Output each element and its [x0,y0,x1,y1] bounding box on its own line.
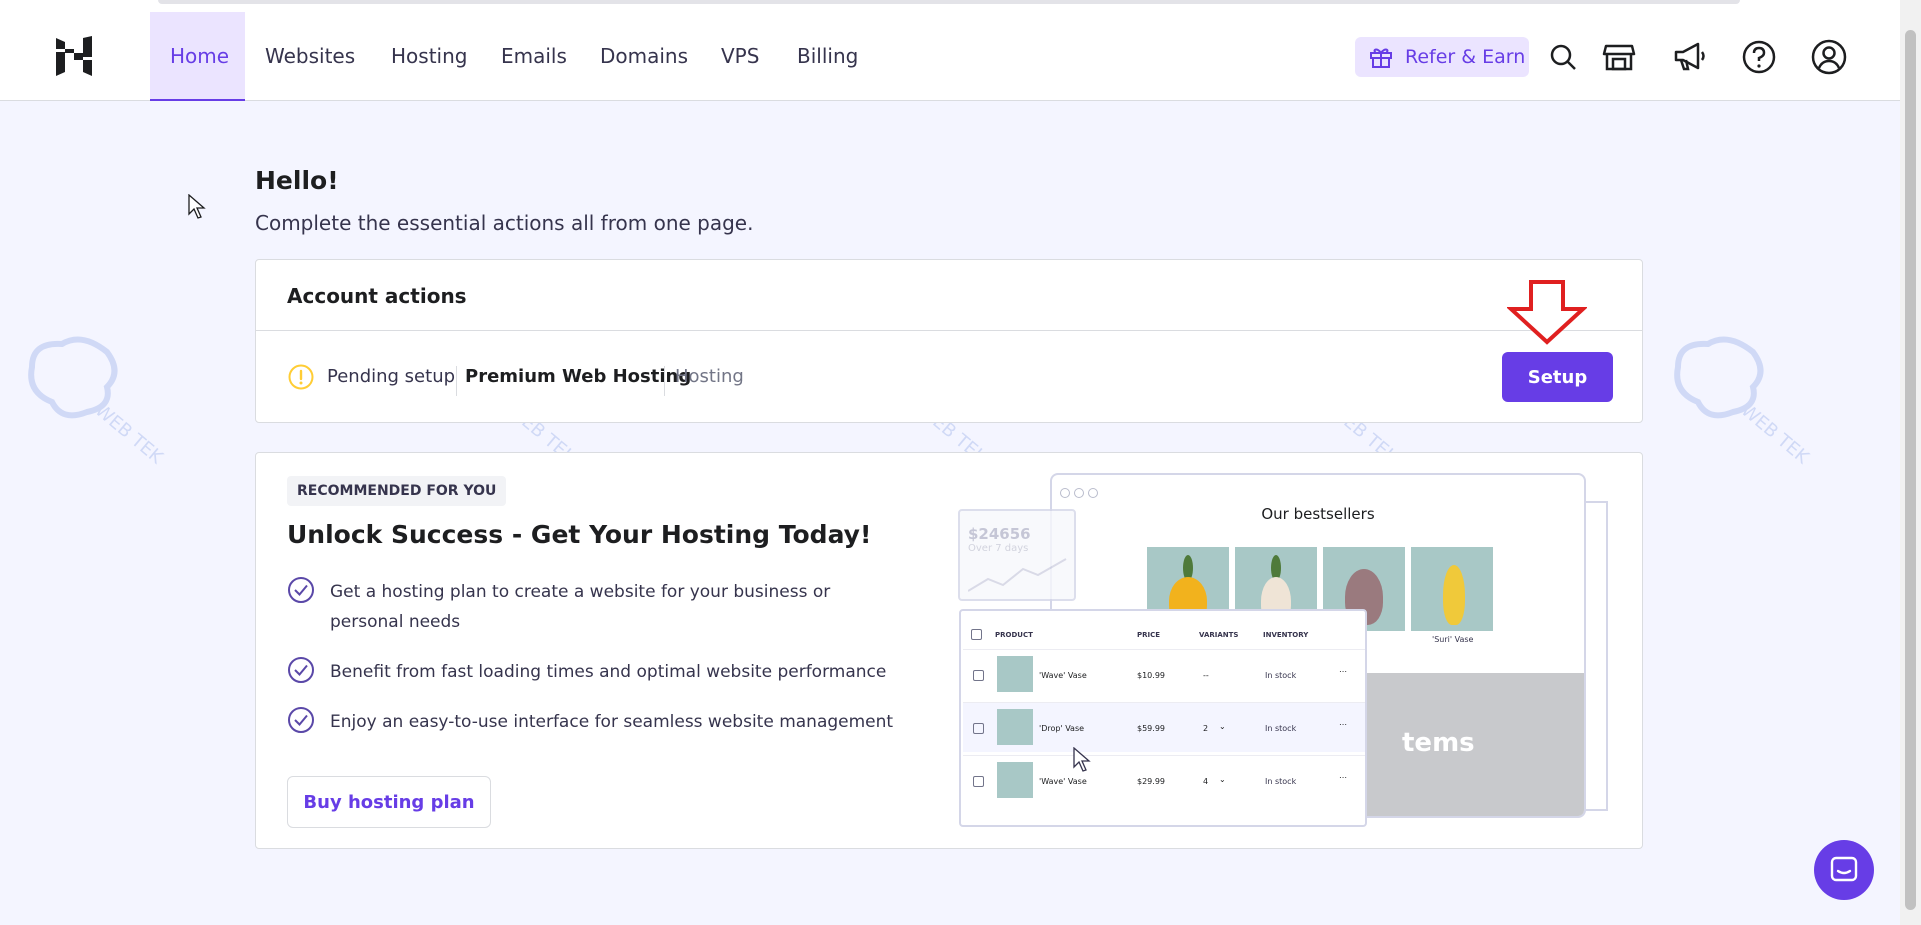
mouse-cursor-icon [188,194,206,219]
watermark-text: WEB TEK [1737,400,1814,469]
sales-value: $24656 [968,525,1031,543]
account-actions-title: Account actions [287,284,467,308]
store-icon[interactable] [1598,36,1640,78]
page-subtitle: Complete the essential actions all from … [255,211,754,235]
megaphone-icon[interactable] [1668,36,1710,78]
watermark-logo: WEB TEK [1674,336,1814,469]
product-image [1411,547,1493,631]
product-variants: -- [1203,671,1209,680]
buy-hosting-plan-button[interactable]: Buy hosting plan [287,776,491,828]
more-icon: ⋯ [1339,773,1347,782]
top-navbar: Home Websites Hosting Emails Domains VPS… [0,12,1900,101]
arrow-down-icon [1507,280,1587,345]
bullet-text: Benefit from fast loading times and opti… [330,662,887,682]
window-controls [1060,483,1102,502]
check-circle-icon [288,577,314,603]
account-icon[interactable] [1808,36,1850,78]
list-item: Get a hosting plan to create a website f… [287,576,887,636]
product-thumbnail [997,656,1033,692]
checkbox [973,670,984,681]
product-inventory: In stock [1265,671,1297,680]
plan-type: Hosting [664,366,744,396]
items-text: tems [1402,728,1475,758]
product-variants: 2 [1203,724,1209,733]
divider [256,330,1642,331]
status-text: Pending setup [327,366,456,387]
pointer-cursor-icon [1073,747,1091,772]
bullet-text: Enjoy an easy-to-use interface for seaml… [330,712,894,732]
nav-domains[interactable]: Domains [580,12,708,101]
product-inventory: In stock [1265,777,1297,786]
top-scroll-strip [0,0,1921,12]
refer-earn-label: Refer & Earn [1405,46,1526,68]
product-price: $10.99 [1137,671,1165,680]
table-header: PRICE [1137,631,1161,639]
warning-icon [288,364,314,390]
product-label: 'Suri' Vase [1432,635,1474,644]
table-header: PRODUCT [995,631,1033,639]
more-icon: ⋯ [1339,720,1347,729]
plan-name: Premium Web Hosting [456,366,691,396]
product-name: 'Wave' Vase [1039,671,1087,680]
horizontal-scrollbar[interactable] [158,0,1740,4]
chevron-down-icon: ⌄ [1219,722,1226,731]
sales-period: Over 7 days [968,543,1029,554]
help-icon[interactable] [1738,36,1780,78]
checkbox [971,629,982,640]
vertical-scrollbar-thumb[interactable] [1905,30,1916,910]
watermark-text: WEB TEK [91,400,168,469]
table-row: 'Wave' Vase $29.99 4 ⌄ In stock ⋯ [963,755,1365,805]
refer-earn-button[interactable]: Refer & Earn [1355,37,1529,77]
table-row: 'Drop' Vase $59.99 2 ⌄ In stock ⋯ [963,702,1365,752]
checkbox [973,776,984,787]
search-icon[interactable] [1542,36,1584,78]
product-table: PRODUCT PRICE VARIANTS INVENTORY 'Wave' … [959,609,1367,827]
bullet-text: Get a hosting plan to create a website f… [330,582,831,632]
product-inventory: In stock [1265,724,1297,733]
nav-billing[interactable]: Billing [777,12,878,101]
table-header: INVENTORY [1263,631,1309,639]
checkbox [973,723,984,734]
product-name: 'Drop' Vase [1039,724,1085,733]
product-thumbnail [997,709,1033,745]
recommended-badge: RECOMMENDED FOR YOU [287,476,507,506]
watermark-logo: WEB TEK [28,336,168,469]
store-illustration: Our bestsellers 'Suri' Vase tems $24656 … [958,471,1608,833]
nav-websites[interactable]: Websites [245,12,375,101]
chevron-down-icon: ⌄ [1219,775,1226,784]
page-title: Hello! [255,166,339,195]
table-row: 'Wave' Vase $10.99 -- In stock ⋯ [963,649,1365,699]
hostinger-logo[interactable] [56,36,92,76]
chat-icon [1830,856,1858,882]
gift-icon [1370,48,1392,68]
product-price: $29.99 [1137,777,1165,786]
nav-vps[interactable]: VPS [701,12,779,101]
product-variants: 4 [1203,777,1209,786]
table-header: VARIANTS [1199,631,1239,639]
sparkline-icon [968,558,1067,592]
shop-title: Our bestsellers [1261,505,1375,523]
recommendation-title: Unlock Success - Get Your Hosting Today! [287,520,872,549]
setup-button[interactable]: Setup [1502,352,1613,402]
check-circle-icon [288,707,314,733]
nav-hosting[interactable]: Hosting [371,12,487,101]
product-name: 'Wave' Vase [1039,777,1087,786]
nav-home[interactable]: Home [150,12,245,101]
list-item: Enjoy an easy-to-use interface for seaml… [287,706,893,736]
product-thumbnail [997,762,1033,798]
sales-card: $24656 Over 7 days [958,509,1076,601]
list-item: Benefit from fast loading times and opti… [287,656,887,686]
chat-button[interactable] [1814,840,1874,900]
product-price: $59.99 [1137,724,1165,733]
more-icon: ⋯ [1339,667,1347,676]
nav-emails[interactable]: Emails [481,12,587,101]
check-circle-icon [288,657,314,683]
account-actions-card: Account actions Pending setup Premium We… [255,259,1643,423]
